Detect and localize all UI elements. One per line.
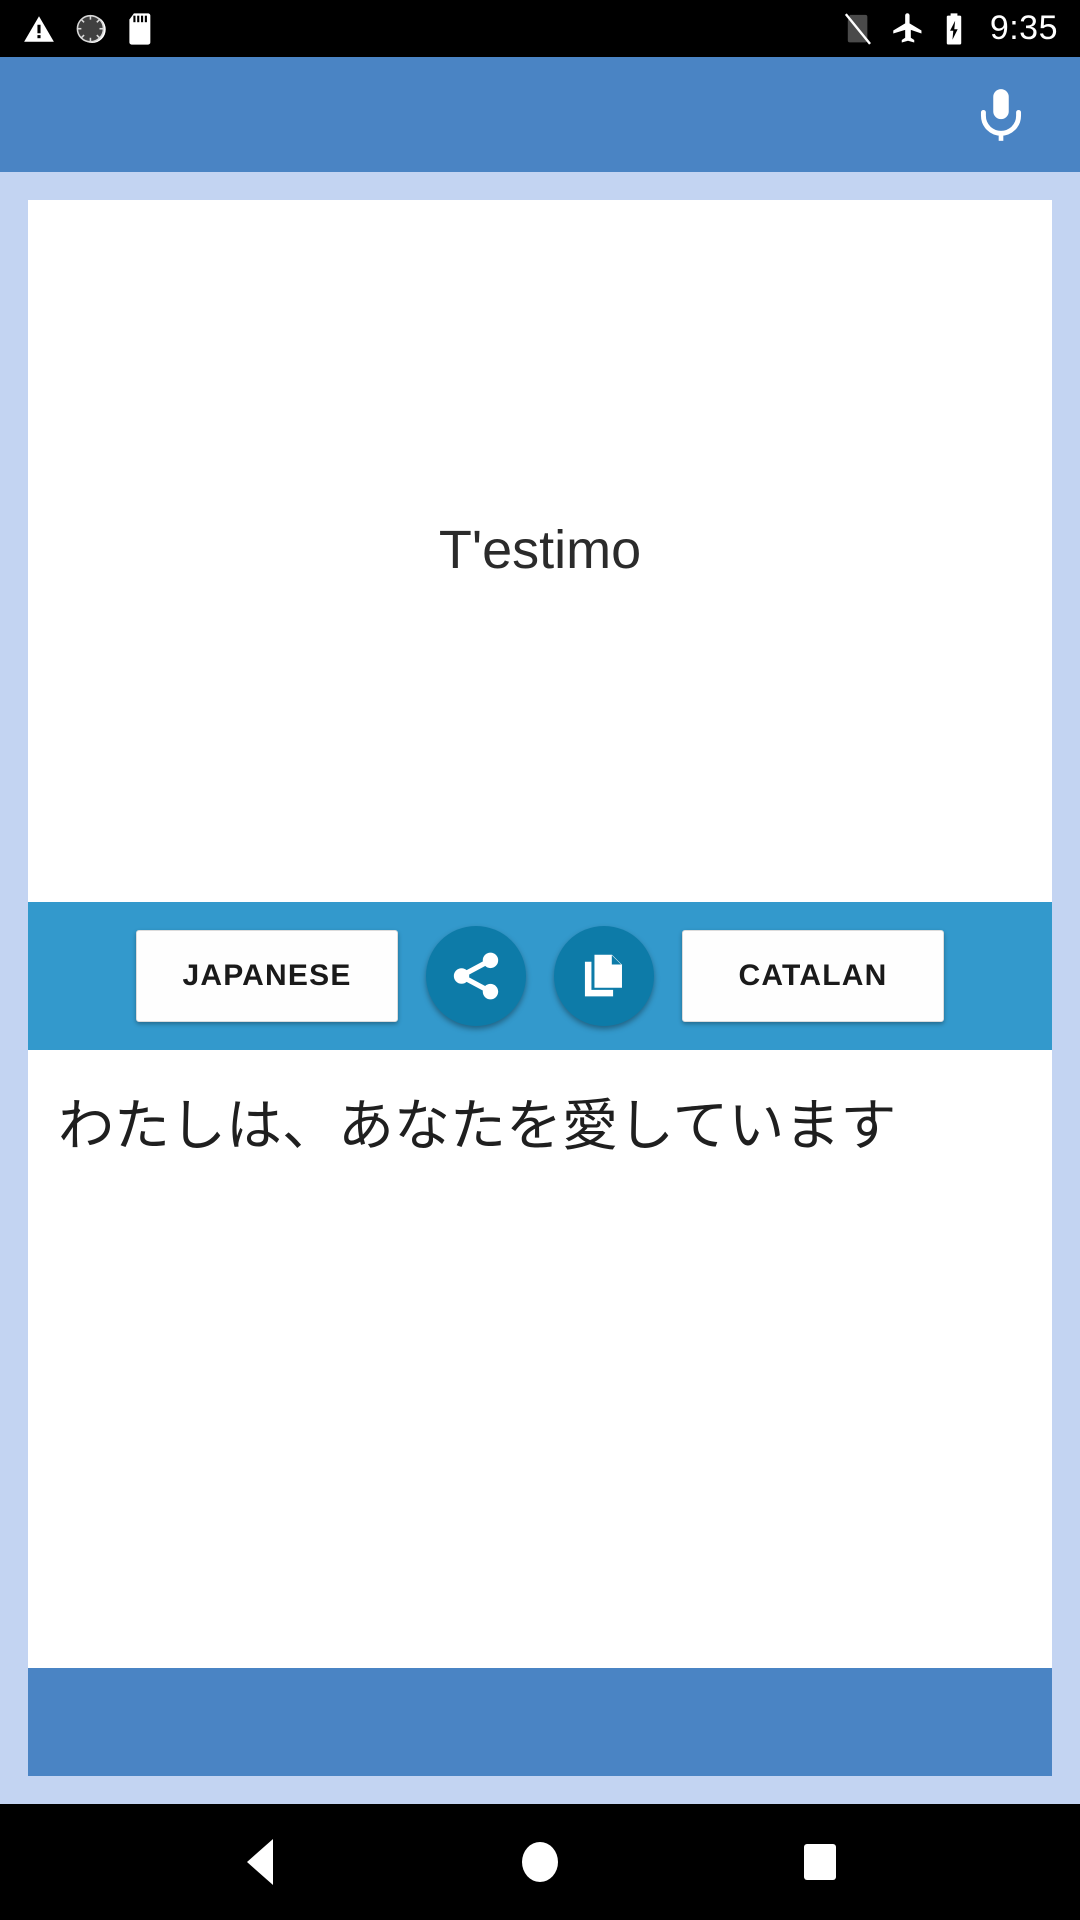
battery-charging-icon	[946, 12, 962, 44]
nav-back-button[interactable]	[215, 1817, 305, 1907]
source-text-pane[interactable]: T'estimo	[28, 200, 1052, 902]
home-circle-icon	[522, 1842, 558, 1882]
status-bar: 9:35	[0, 0, 1080, 57]
translation-card: T'estimo JAPANESE CATALAN わたしは、あなたを愛していま…	[28, 200, 1052, 1776]
copy-button[interactable]	[554, 926, 654, 1026]
target-language-label: JAPANESE	[182, 959, 352, 992]
target-text: わたしは、あなたを愛しています	[58, 1094, 897, 1159]
status-bar-right-icons: 9:35	[842, 9, 1058, 48]
clock-sync-icon	[76, 14, 106, 43]
status-bar-clock: 9:35	[989, 9, 1058, 47]
no-sim-icon	[844, 12, 871, 45]
action-bar: JAPANESE CATALAN	[28, 902, 1052, 1050]
microphone-icon	[980, 88, 1022, 141]
share-icon	[453, 952, 499, 1000]
share-button[interactable]	[426, 926, 526, 1026]
source-text: T'estimo	[438, 520, 642, 581]
nav-home-button[interactable]	[495, 1817, 585, 1907]
recents-square-icon	[804, 1844, 836, 1880]
sd-card-icon	[129, 12, 151, 45]
nav-recents-button[interactable]	[775, 1817, 865, 1907]
content-area: T'estimo JAPANESE CATALAN わたしは、あなたを愛していま…	[0, 172, 1080, 1804]
warning-triangle-icon	[24, 15, 54, 42]
status-bar-left-icons	[22, 12, 156, 46]
app-bar	[0, 57, 1080, 172]
microphone-button[interactable]	[964, 78, 1038, 152]
phone-screen: 9:35 T'estimo JAPANESE CATALAN わたしは、あなたを…	[0, 0, 1080, 1920]
copy-icon	[584, 954, 622, 997]
card-footer-bar	[28, 1668, 1052, 1776]
android-navigation-bar	[0, 1804, 1080, 1920]
back-triangle-icon	[247, 1839, 273, 1885]
airplane-mode-icon	[893, 12, 922, 42]
target-language-button[interactable]: JAPANESE	[136, 930, 398, 1022]
source-language-label: CATALAN	[738, 959, 888, 992]
source-language-button[interactable]: CATALAN	[682, 930, 944, 1022]
target-text-pane[interactable]: わたしは、あなたを愛しています	[28, 1050, 1052, 1668]
